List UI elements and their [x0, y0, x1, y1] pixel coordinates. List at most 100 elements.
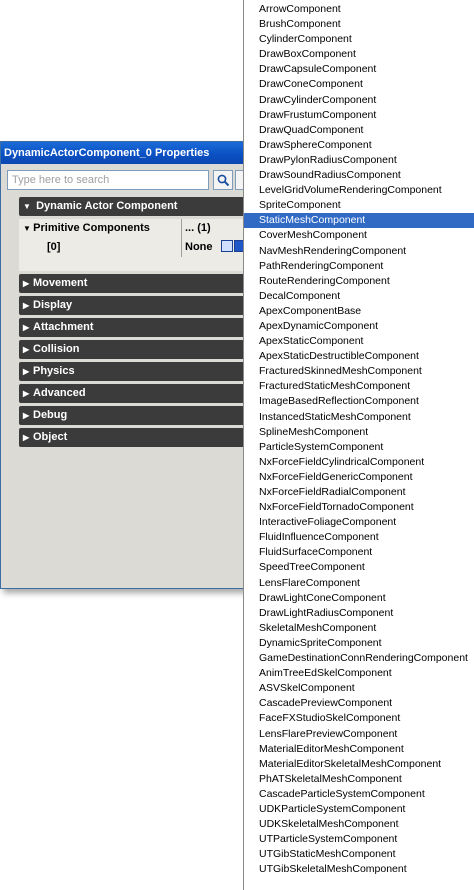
dropdown-item[interactable]: DrawQuadComponent — [244, 123, 474, 138]
collapsed-arrow-icon: ▶ — [23, 345, 30, 354]
category-label: Dynamic Actor Component — [36, 200, 178, 212]
dropdown-item[interactable]: MaterialEditorSkeletalMeshComponent — [244, 757, 474, 772]
dropdown-item[interactable]: NavMeshRenderingComponent — [244, 244, 474, 259]
dropdown-item[interactable]: UTGibStaticMeshComponent — [244, 847, 474, 862]
dropdown-item[interactable]: UDKSkeletalMeshComponent — [244, 817, 474, 832]
dropdown-item[interactable]: UDKParticleSystemComponent — [244, 802, 474, 817]
array-element-row[interactable]: [0] None — [19, 238, 251, 256]
dropdown-item[interactable]: UTParticleSystemComponent — [244, 832, 474, 847]
category-dynamic-actor-component[interactable]: ▼ Dynamic Actor Component — [19, 197, 251, 216]
dropdown-item[interactable]: DrawSoundRadiusComponent — [244, 168, 474, 183]
dropdown-item[interactable]: ASVSkelComponent — [244, 681, 474, 696]
dropdown-item[interactable]: DrawLightRadiusComponent — [244, 606, 474, 621]
category-label: Attachment — [33, 321, 94, 333]
category-advanced[interactable]: ▶ Advanced — [19, 384, 251, 403]
collapsed-arrow-icon: ▶ — [23, 433, 30, 442]
dropdown-item[interactable]: ApexDynamicComponent — [244, 319, 474, 334]
dropdown-item[interactable]: FluidInfluenceComponent — [244, 530, 474, 545]
component-class-list: ArrowComponent BrushComponent CylinderComp… — [244, 2, 474, 877]
dropdown-item[interactable]: FaceFXStudioSkelComponent — [244, 711, 474, 726]
window-title[interactable]: DynamicActorComponent_0 Properties — [1, 142, 249, 164]
dropdown-item[interactable]: NxForceFieldCylindricalComponent — [244, 455, 474, 470]
dropdown-item[interactable]: DrawCylinderComponent — [244, 93, 474, 108]
dropdown-item[interactable]: SkeletalMeshComponent — [244, 621, 474, 636]
category-collision[interactable]: ▶ Collision — [19, 340, 251, 359]
dropdown-item[interactable]: ParticleSystemComponent — [244, 440, 474, 455]
dropdown-item[interactable]: DrawPylonRadiusComponent — [244, 153, 474, 168]
dropdown-item[interactable]: InteractiveFoliageComponent — [244, 515, 474, 530]
category-object[interactable]: ▶ Object — [19, 428, 251, 447]
category-display[interactable]: ▶ Display — [19, 296, 251, 315]
dropdown-item[interactable]: NxForceFieldGenericComponent — [244, 470, 474, 485]
category-label: Physics — [33, 365, 75, 377]
dropdown-item[interactable]: LevelGridVolumeRenderingComponent — [244, 183, 474, 198]
dropdown-item[interactable]: ApexStaticComponent — [244, 334, 474, 349]
search-icon — [217, 174, 230, 187]
use-selected-icon[interactable] — [221, 240, 233, 252]
search-button[interactable] — [213, 170, 233, 190]
dropdown-item[interactable]: ApexStaticDestructibleComponent — [244, 349, 474, 364]
collapsed-arrow-icon: ▶ — [23, 367, 30, 376]
dropdown-item[interactable]: UTGibSkeletalMeshComponent — [244, 862, 474, 877]
dropdown-item[interactable]: DrawCapsuleComponent — [244, 62, 474, 77]
category-attachment[interactable]: ▶ Attachment — [19, 318, 251, 337]
dropdown-item[interactable]: DrawSphereComponent — [244, 138, 474, 153]
category-label: Collision — [33, 343, 80, 355]
array-index-label: [0] — [47, 241, 61, 253]
category-physics[interactable]: ▶ Physics — [19, 362, 251, 381]
category-movement[interactable]: ▶ Movement — [19, 274, 251, 293]
category-debug[interactable]: ▶ Debug — [19, 406, 251, 425]
dropdown-item[interactable]: DynamicSpriteComponent — [244, 636, 474, 651]
primitive-label-text: Primitive Components — [33, 222, 150, 234]
dropdown-item[interactable]: DrawBoxComponent — [244, 47, 474, 62]
primitive-components-block: ▼ Primitive Components ... (1) [0] None — [19, 219, 251, 271]
dropdown-item[interactable]: FracturedStaticMeshComponent — [244, 379, 474, 394]
dropdown-item[interactable]: RouteRenderingComponent — [244, 274, 474, 289]
category-label: Object — [33, 431, 68, 443]
dropdown-item[interactable]: DrawFrustumComponent — [244, 108, 474, 123]
dropdown-item[interactable]: FracturedSkinnedMeshComponent — [244, 364, 474, 379]
dropdown-item[interactable]: NxForceFieldRadialComponent — [244, 485, 474, 500]
search-bar — [7, 170, 255, 192]
primitive-components-count: ... (1) — [185, 222, 211, 234]
expanded-arrow-icon: ▼ — [23, 224, 34, 233]
category-label: Display — [33, 299, 73, 311]
dropdown-item[interactable]: SpriteComponent — [244, 198, 474, 213]
dropdown-item[interactable]: MaterialEditorMeshComponent — [244, 742, 474, 757]
dropdown-item[interactable]: FluidSurfaceComponent — [244, 545, 474, 560]
collapsed-arrow-icon: ▶ — [23, 323, 30, 332]
dropdown-item[interactable]: DrawConeComponent — [244, 77, 474, 92]
collapsed-arrow-icon: ▶ — [23, 411, 30, 420]
dropdown-item[interactable]: CascadePreviewComponent — [244, 696, 474, 711]
category-label: Movement — [33, 277, 88, 289]
property-tree: ▼ Dynamic Actor Component ▼ Primitive Co… — [19, 197, 251, 450]
dropdown-item[interactable]: CylinderComponent — [244, 32, 474, 47]
primitive-components-label: ▼ Primitive Components — [23, 219, 150, 238]
dropdown-item[interactable]: NxForceFieldTornadoComponent — [244, 500, 474, 515]
category-list: ▶ Movement ▶ Display ▶ Attachment ▶ Collision ▶ P… — [19, 274, 251, 447]
dropdown-item[interactable]: StaticMeshComponent — [244, 213, 474, 229]
primitive-components-row[interactable]: ▼ Primitive Components ... (1) — [19, 219, 251, 237]
dropdown-item[interactable]: SpeedTreeComponent — [244, 560, 474, 575]
component-class-dropdown[interactable]: ArrowComponent BrushComponent CylinderComp… — [243, 0, 474, 890]
dropdown-item[interactable]: PathRenderingComponent — [244, 259, 474, 274]
dropdown-item[interactable]: InstancedStaticMeshComponent — [244, 410, 474, 425]
properties-window: DynamicActorComponent_0 Properties ▼ Dyn… — [0, 141, 255, 589]
dropdown-item[interactable]: GameDestinationConnRenderingComponent — [244, 651, 474, 666]
dropdown-item[interactable]: LensFlareComponent — [244, 576, 474, 591]
array-element-value: None — [185, 241, 213, 253]
dropdown-item[interactable]: DecalComponent — [244, 289, 474, 304]
dropdown-item[interactable]: AnimTreeEdSkelComponent — [244, 666, 474, 681]
dropdown-item[interactable]: ImageBasedReflectionComponent — [244, 394, 474, 409]
dropdown-item[interactable]: DrawLightConeComponent — [244, 591, 474, 606]
dropdown-item[interactable]: PhATSkeletalMeshComponent — [244, 772, 474, 787]
dropdown-item[interactable]: CascadeParticleSystemComponent — [244, 787, 474, 802]
dropdown-item[interactable]: ApexComponentBase — [244, 304, 474, 319]
collapsed-arrow-icon: ▶ — [23, 279, 30, 288]
dropdown-item[interactable]: CoverMeshComponent — [244, 228, 474, 243]
dropdown-item[interactable]: BrushComponent — [244, 17, 474, 32]
dropdown-item[interactable]: SplineMeshComponent — [244, 425, 474, 440]
dropdown-item[interactable]: LensFlarePreviewComponent — [244, 727, 474, 742]
search-input[interactable] — [7, 170, 209, 190]
dropdown-item[interactable]: ArrowComponent — [244, 2, 474, 17]
